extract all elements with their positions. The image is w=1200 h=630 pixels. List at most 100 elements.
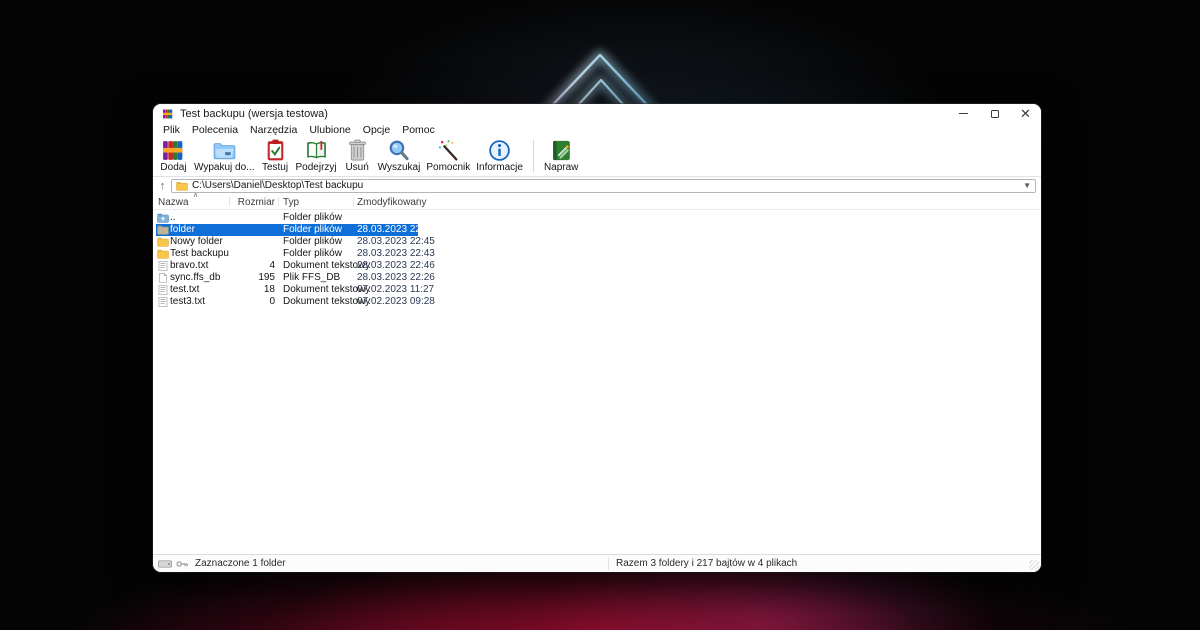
column-header-type[interactable]: Typ	[283, 197, 299, 208]
file-row-bravo-txt[interactable]: bravo.txt4Dokument tekstowy28.03.2023 22…	[153, 260, 1041, 272]
test-button[interactable]: Testuj	[258, 138, 293, 173]
file-row-Test-backupu[interactable]: Test backupuFolder plików28.03.2023 22:4…	[153, 248, 1041, 260]
menu-item-pomoc[interactable]: Pomoc	[396, 124, 441, 136]
trash-icon	[345, 138, 370, 163]
text-file-icon	[157, 261, 169, 271]
close-icon: ✕	[1020, 107, 1031, 120]
menu-item-polecenia[interactable]: Polecenia	[186, 124, 244, 136]
column-header-row: Nazwa ∧ Rozmiar Typ Zmodyfikowany	[153, 194, 1041, 210]
repair-book-icon	[549, 138, 574, 163]
address-combobox[interactable]: C:\Users\Daniel\Desktop\Test backupu ▼	[171, 179, 1036, 193]
status-bar: Zaznaczone 1 folder Razem 3 foldery i 21…	[153, 554, 1041, 572]
key-icon[interactable]	[176, 560, 189, 568]
file-size: 4	[211, 260, 275, 272]
file-type: Folder plików	[283, 236, 342, 248]
app-winrar-icon	[162, 108, 174, 120]
toolbar-button-label: Usuń	[345, 162, 368, 173]
resize-grip[interactable]	[1029, 560, 1039, 570]
file-modified: 28.03.2023 22:26	[357, 272, 435, 284]
toolbar: Dodaj Wypakuj do... Testuj Podejrzyj Usuń Wys…	[153, 136, 1041, 177]
file-name: Nowy folder	[170, 236, 223, 248]
menu-bar: PlikPoleceniaNarzędziaUlubioneOpcjePomoc	[153, 123, 1041, 136]
title-bar[interactable]: Test backupu (wersja testowa) ✕	[153, 104, 1041, 123]
file-name: test3.txt	[170, 296, 205, 308]
menu-item-plik[interactable]: Plik	[157, 124, 186, 136]
maximize-icon	[991, 110, 999, 118]
test-clipboard-icon	[263, 138, 288, 163]
toolbar-button-label: Wypakuj do...	[194, 162, 255, 173]
folder-icon	[176, 181, 188, 191]
column-divider[interactable]	[353, 197, 354, 206]
file-row-Nowy-folder[interactable]: Nowy folder Folder plików 28.03.2023 22:45	[153, 236, 1041, 248]
magnifier-icon	[386, 138, 411, 163]
column-divider[interactable]	[278, 197, 279, 206]
column-header-size[interactable]: Rozmiar	[211, 197, 275, 208]
address-row: ↑ C:\Users\Daniel\Desktop\Test backupu ▼	[153, 177, 1041, 194]
toolbar-button-label: Wyszukaj	[378, 162, 421, 173]
toolbar-button-label: Testuj	[262, 162, 288, 173]
file-name: folder	[170, 224, 195, 236]
file-modified: 28.03.2023 22:43	[357, 248, 435, 260]
column-header-name[interactable]: Nazwa	[158, 197, 189, 208]
menu-item-narzedzia[interactable]: Narzędzia	[244, 124, 303, 136]
file-row--[interactable]: .. Folder plików	[153, 212, 1041, 224]
file-type: Folder plików	[283, 224, 342, 236]
window-controls: ✕	[948, 104, 1041, 123]
totals-status-text: Razem 3 foldery i 217 bajtów w 4 plikach	[616, 555, 797, 572]
toolbar-button-label: Pomocnik	[426, 162, 470, 173]
toolbar-button-label: Dodaj	[160, 162, 186, 173]
view-button[interactable]: Podejrzyj	[293, 138, 340, 173]
status-divider	[608, 557, 609, 570]
file-row-test3-txt[interactable]: test3.txt0Dokument tekstowy07.02.2023 09…	[153, 296, 1041, 308]
file-row-folder[interactable]: folder Folder plików 28.03.2023 22:43	[153, 224, 1041, 236]
extract-to-button[interactable]: Wypakuj do...	[191, 138, 258, 173]
folder-icon	[157, 237, 169, 247]
file-row-test-txt[interactable]: test.txt18Dokument tekstowy07.02.2023 11…	[153, 284, 1041, 296]
menu-item-opcje[interactable]: Opcje	[357, 124, 396, 136]
folder-icon	[157, 225, 169, 235]
minimize-icon	[959, 113, 968, 114]
file-name: ..	[170, 212, 176, 224]
chevron-down-icon[interactable]: ▼	[1023, 181, 1031, 190]
winrar-window: Test backupu (wersja testowa) ✕ PlikPole…	[153, 104, 1041, 572]
column-header-modified[interactable]: Zmodyfikowany	[357, 197, 426, 208]
toolbar-separator	[533, 140, 534, 172]
winrar-books-icon	[161, 138, 186, 163]
search-button[interactable]: Wyszukaj	[375, 138, 424, 173]
delete-button[interactable]: Usuń	[340, 138, 375, 173]
file-size: 0	[211, 296, 275, 308]
text-file-icon	[157, 297, 169, 307]
file-modified: 28.03.2023 22:46	[357, 260, 435, 272]
toolbar-button-label: Informacje	[476, 162, 523, 173]
folder-up-icon	[157, 213, 169, 223]
file-type: Plik FFS_DB	[283, 272, 340, 284]
address-path: C:\Users\Daniel\Desktop\Test backupu	[192, 180, 363, 191]
toolbar-button-label: Podejrzyj	[296, 162, 337, 173]
close-button[interactable]: ✕	[1010, 104, 1041, 123]
file-modified: 28.03.2023 22:45	[357, 236, 435, 248]
up-directory-button[interactable]: ↑	[154, 179, 171, 193]
file-name: Test backupu	[170, 248, 229, 260]
status-icons	[158, 560, 189, 568]
file-modified: 07.02.2023 11:27	[357, 284, 434, 296]
file-modified: 28.03.2023 22:43	[357, 224, 435, 236]
magic-wand-icon	[436, 138, 461, 163]
info-button[interactable]: Informacje	[473, 138, 526, 173]
file-type: Folder plików	[283, 212, 342, 224]
info-circle-icon	[487, 138, 512, 163]
file-row-sync-ffs-db[interactable]: sync.ffs_db195Plik FFS_DB28.03.2023 22:2…	[153, 272, 1041, 284]
menu-item-ulubione[interactable]: Ulubione	[303, 124, 356, 136]
add-button[interactable]: Dodaj	[156, 138, 191, 173]
file-name: bravo.txt	[170, 260, 208, 272]
wizard-button[interactable]: Pomocnik	[423, 138, 473, 173]
toolbar-button-label: Napraw	[544, 162, 578, 173]
file-modified: 07.02.2023 09:28	[357, 296, 435, 308]
minimize-button[interactable]	[948, 104, 979, 123]
file-list: .. Folder plików folder Folder plików 28.03.…	[153, 210, 1041, 554]
disk-drive-icon[interactable]	[158, 560, 172, 568]
window-title: Test backupu (wersja testowa)	[180, 108, 328, 120]
file-size: 195	[211, 272, 275, 284]
sort-ascending-icon: ∧	[193, 191, 198, 199]
repair-button[interactable]: Napraw	[541, 138, 581, 173]
maximize-button[interactable]	[979, 104, 1010, 123]
